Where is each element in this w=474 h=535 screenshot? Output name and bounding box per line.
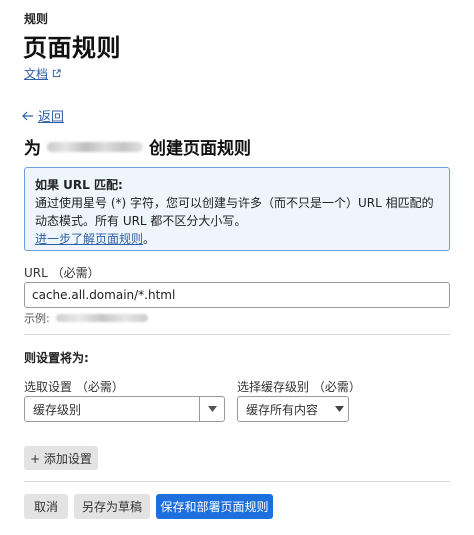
example-label: 示例:: [24, 312, 50, 325]
info-link-suffix: 。: [143, 232, 156, 246]
cache-level-label: 选择缓存级别 （必需）: [237, 380, 361, 394]
settings-section-title: 则设置将为:: [24, 351, 89, 365]
back-link[interactable]: 返回: [22, 106, 64, 125]
setting-select-value: 缓存级别: [33, 402, 82, 417]
page-title: 页面规则: [23, 34, 121, 62]
cache-level-select[interactable]: 缓存所有内容: [237, 396, 349, 422]
redacted-domain: [47, 141, 143, 152]
page-rules-form: 规则 页面规则 文档 返回 为 创建页面规则 如果 URL 匹配: 通过使用星号…: [0, 0, 474, 535]
docs-link[interactable]: 文档: [24, 65, 61, 82]
url-example: 示例:: [24, 310, 148, 326]
info-callout: 如果 URL 匹配: 通过使用星号 (*) 字符，您可以创建与许多（而不只是一个…: [24, 167, 450, 251]
pick-setting-label: 选取设置 （必需）: [24, 380, 124, 394]
external-link-icon: [52, 69, 61, 78]
divider: [24, 481, 450, 482]
chevron-down-icon[interactable]: [199, 397, 224, 421]
add-setting-button[interactable]: + 添加设置: [24, 446, 98, 470]
divider: [24, 334, 450, 335]
redacted-example: [55, 314, 148, 322]
info-link-line: 进一步了解页面规则。: [35, 230, 439, 248]
save-draft-button[interactable]: 另存为草稿: [74, 494, 150, 519]
form-heading: 为 创建页面规则: [24, 134, 251, 159]
docs-link-label: 文档: [24, 67, 49, 81]
setting-select[interactable]: 缓存级别: [24, 396, 225, 422]
back-link-label: 返回: [38, 110, 65, 125]
cache-level-value: 缓存所有内容: [246, 402, 319, 417]
chevron-down-icon: [330, 406, 348, 412]
info-text: 通过使用星号 (*) 字符，您可以创建与许多（而不只是一个）URL 相匹配的动态…: [35, 196, 434, 228]
section-eyebrow: 规则: [24, 12, 49, 26]
url-field-label: URL （必需）: [24, 266, 100, 280]
learn-more-link[interactable]: 进一步了解页面规则: [35, 232, 143, 246]
arrow-left-icon: [22, 111, 33, 120]
url-input[interactable]: [24, 282, 450, 308]
heading-prefix: 为: [24, 139, 41, 159]
cancel-button[interactable]: 取消: [24, 494, 68, 519]
info-title: 如果 URL 匹配:: [35, 178, 123, 192]
save-deploy-button[interactable]: 保存和部署页面规则: [156, 494, 273, 519]
heading-suffix: 创建页面规则: [149, 139, 251, 159]
